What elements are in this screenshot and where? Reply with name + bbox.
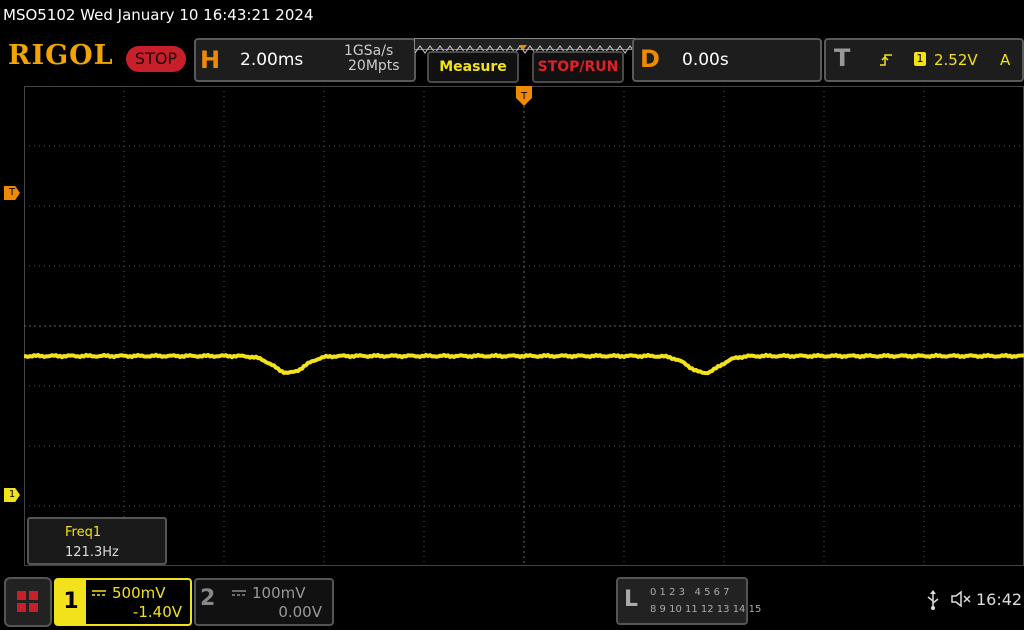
status-bar: MSO5102 Wed January 10 16:43:21 2024	[0, 0, 1024, 32]
memory-depth: 20Mpts	[348, 58, 400, 74]
channel-2-panel[interactable]: 2 100mV 0.00V	[194, 578, 334, 626]
delay-panel[interactable]: D 0.00s	[632, 38, 822, 82]
trigger-mode: A	[1000, 51, 1011, 69]
rigol-logo: RIGOL	[8, 40, 114, 71]
logic-row-2: 8 9 10 11 12 13 14 15	[650, 604, 762, 615]
svg-text:T: T	[520, 91, 528, 102]
channel-1-number: 1	[56, 580, 86, 624]
channel-2-number: 2	[200, 586, 216, 611]
run-state-badge[interactable]: STOP	[126, 46, 186, 72]
status-bar-text: MSO5102 Wed January 10 16:43:21 2024	[3, 6, 314, 24]
logic-channels-panel[interactable]: L 0 1 2 3 4 5 6 7 8 9 10 11 12 13 14 15	[616, 577, 761, 625]
delay-letter: D	[640, 45, 660, 73]
menu-square-icon	[17, 603, 26, 612]
logic-letter: L	[624, 587, 639, 612]
horizontal-panel[interactable]: H 2.00ms 1GSa/s 20Mpts	[194, 38, 416, 82]
channel-2-scale: 100mV	[252, 584, 306, 602]
trigger-panel[interactable]: T 1 2.52V A	[824, 38, 1024, 82]
channel-1-offset: -1.40V	[132, 603, 182, 621]
dc-coupling-icon	[92, 590, 106, 596]
channel-1-panel[interactable]: 1 500mV -1.40V	[54, 578, 192, 626]
dc-coupling-icon	[232, 590, 246, 596]
menu-square-icon	[29, 591, 38, 600]
trigger-level-marker-label: T	[8, 187, 16, 198]
memory-position-bar[interactable]	[414, 38, 636, 54]
speaker-muted-icon[interactable]	[950, 590, 972, 608]
delay-value: 0.00s	[682, 50, 729, 70]
trigger-letter: T	[834, 44, 851, 72]
menu-square-icon	[29, 603, 38, 612]
measurement-box[interactable]: Freq1 121.3Hz	[27, 517, 167, 565]
channel1-offset-marker-label: 1	[8, 489, 16, 500]
trigger-source-badge: 1	[914, 52, 926, 66]
channel-1-scale: 500mV	[112, 584, 166, 602]
trigger-level: 2.52V	[934, 51, 978, 69]
waveform-grid[interactable]	[24, 86, 1024, 566]
measurement-name: Freq1	[65, 525, 102, 540]
function-menu-button[interactable]	[4, 577, 52, 627]
logic-row-1: 0 1 2 3 4 5 6 7	[650, 587, 730, 598]
measurement-value: 121.3Hz	[65, 545, 119, 560]
trigger-position-marker[interactable]: T	[516, 86, 532, 108]
stop-run-button[interactable]: STOP/RUN	[532, 51, 624, 83]
sample-rate: 1GSa/s	[344, 43, 394, 59]
usb-icon	[927, 590, 939, 610]
channel-2-offset: 0.00V	[278, 603, 322, 621]
trigger-level-marker[interactable]: T	[4, 186, 20, 200]
horizontal-letter: H	[198, 43, 222, 77]
channel1-offset-marker[interactable]: 1	[4, 488, 20, 502]
rising-edge-icon	[880, 54, 892, 66]
measure-button[interactable]: Measure	[427, 51, 519, 83]
timebase-value: 2.00ms	[240, 50, 304, 70]
menu-square-icon	[17, 591, 26, 600]
channel-1-trace	[24, 352, 1024, 376]
system-clock: 16:42	[976, 590, 1023, 609]
